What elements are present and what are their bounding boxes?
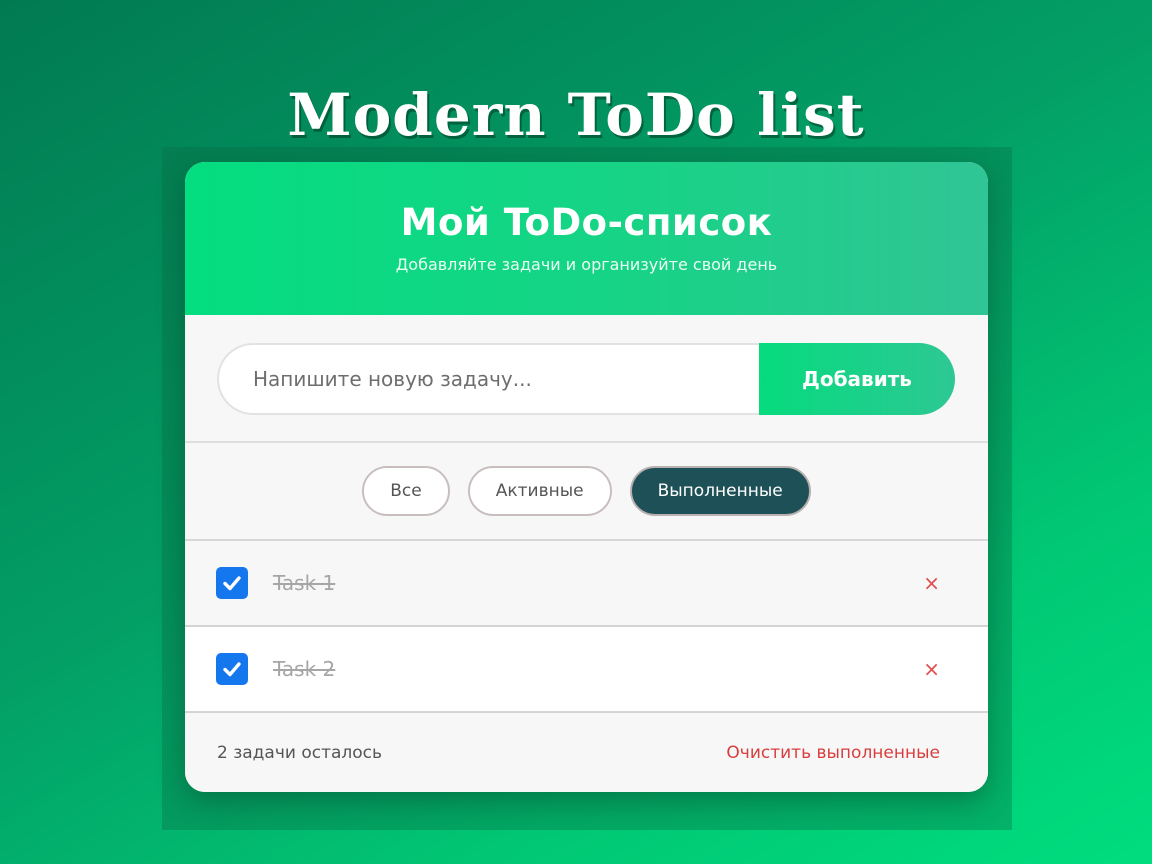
todo-card: Мой ToDo-список Добавляйте задачи и орга… xyxy=(185,162,988,792)
task-text: Task 1 xyxy=(273,571,336,595)
filter-all-button[interactable]: Все xyxy=(362,466,450,516)
task-checkbox[interactable] xyxy=(216,567,248,599)
card-subtitle: Добавляйте задачи и организуйте свой ден… xyxy=(395,255,778,274)
task-item: Task 1 × xyxy=(185,541,988,627)
check-icon xyxy=(223,662,241,677)
task-text: Task 2 xyxy=(273,657,336,681)
card-title: Мой ToDo-список xyxy=(400,201,773,244)
task-checkbox[interactable] xyxy=(216,653,248,685)
filter-bar: Все Активные Выполненные xyxy=(185,443,988,541)
task-item: Task 2 × xyxy=(185,627,988,713)
check-icon xyxy=(223,576,241,591)
task-list: Task 1 × Task 2 × xyxy=(185,541,988,713)
filter-active-button[interactable]: Активные xyxy=(467,466,612,516)
clear-completed-button[interactable]: Очистить выполненные xyxy=(726,743,940,763)
close-icon[interactable]: × xyxy=(923,573,940,593)
card-header: Мой ToDo-список Добавляйте задачи и орга… xyxy=(185,162,988,315)
add-task-form: Добавить xyxy=(217,343,955,415)
card-footer: 2 задачи осталось Очистить выполненные xyxy=(185,713,988,792)
page-title: Modern ToDo list xyxy=(287,81,865,149)
remaining-count: 2 задачи осталось xyxy=(217,743,383,763)
add-task-section: Добавить xyxy=(185,315,988,443)
close-icon[interactable]: × xyxy=(923,659,940,679)
new-task-input[interactable] xyxy=(217,343,759,415)
filter-completed-button[interactable]: Выполненные xyxy=(629,466,811,516)
add-task-button[interactable]: Добавить xyxy=(759,343,955,415)
